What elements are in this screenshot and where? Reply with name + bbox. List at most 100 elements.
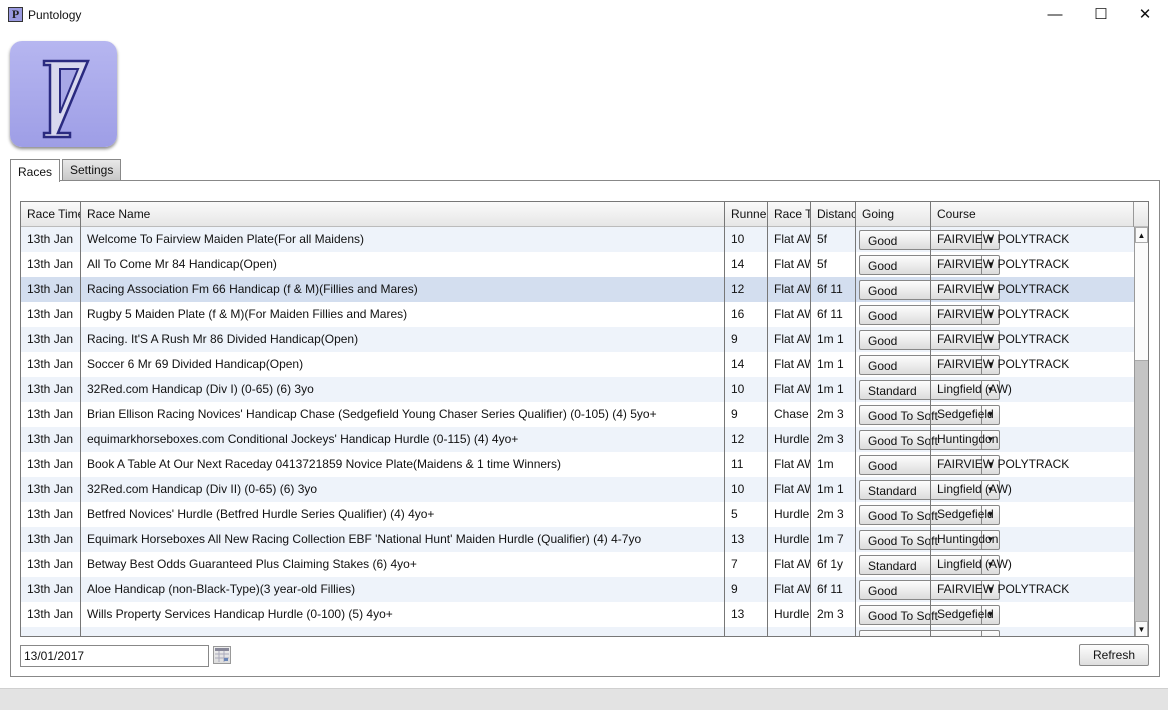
cell-race-time: 13th Jan <box>27 607 74 621</box>
going-value: Good <box>868 459 898 473</box>
cell-race-type: Flat AW <box>774 582 810 596</box>
table-row[interactable]: 13th Jan Rugby 5 Maiden Plate (f & M)(For… <box>21 302 1134 327</box>
cell-runners: 9 <box>731 407 738 421</box>
table-row[interactable]: 13th Jan All To Come Mr 84 Handicap(Open)… <box>21 252 1134 277</box>
cell-race-type: Flat AW <box>774 282 810 296</box>
cell-race-name: Welcome To Fairview Maiden Plate(For all… <box>87 232 364 246</box>
cell-race-type: Chase <box>774 407 809 421</box>
maximize-button[interactable]: ☐ <box>1078 0 1124 30</box>
cell-race-name: Aloe Handicap (non-Black-Type)(3 year-ol… <box>87 582 356 596</box>
column-header-course[interactable]: Course <box>931 202 1134 227</box>
scroll-down-icon[interactable]: ▼ <box>1135 621 1148 636</box>
cell-distance: 5f <box>817 257 828 271</box>
table-row[interactable]: 13th Jan Brian Ellison Racing Novices' Ha… <box>21 402 1134 427</box>
cell-runners: 11 <box>731 457 744 471</box>
column-header-race-type[interactable]: Race Type <box>768 202 811 227</box>
cell-race-type: Flat AW <box>774 482 810 496</box>
table-row[interactable]: 13th Jan Book A Table At Our Next Raceday… <box>21 452 1134 477</box>
cell-race-time: 13th Jan <box>27 407 74 421</box>
table-row[interactable]: 13th Jan Equimark Horseboxes All New Raci… <box>21 527 1134 552</box>
cell-runners: 14 <box>731 357 745 371</box>
column-header-runners[interactable]: Runners <box>725 202 768 227</box>
scroll-up-icon[interactable]: ▲ <box>1135 227 1148 243</box>
tab-settings[interactable]: Settings <box>62 159 122 181</box>
going-value: Good To Soft <box>868 609 938 623</box>
cell-course: FAIRVIEW POLYTRACK <box>937 582 1070 596</box>
cell-race-type: Flat AW <box>774 257 810 271</box>
table-row[interactable]: 13th Jan 32Red.com Handicap (Div II) (0-6… <box>21 477 1134 502</box>
cell-course: FAIRVIEW POLYTRACK <box>937 357 1070 371</box>
cell-runners: 7 <box>731 557 738 571</box>
cell-race-time: 13th Jan <box>27 307 74 321</box>
cell-runners: 14 <box>731 257 745 271</box>
scrollbar-thumb[interactable] <box>1135 243 1148 361</box>
cell-race-name: Equimark Horseboxes All New Racing Colle… <box>87 532 642 546</box>
cell-race-name: Rugby 5 Maiden Plate (f & M)(For Maiden … <box>87 307 408 321</box>
cell-race-name: 32Red.com Handicap (Div II) (0-65) (6) 3… <box>87 482 318 496</box>
cell-distance: 5f <box>817 232 828 246</box>
table-row[interactable]: 13th Jan equimarkhorseboxes.com Condition… <box>21 427 1134 452</box>
column-header-going[interactable]: Going <box>856 202 931 227</box>
cell-race-time: 13th Jan <box>27 232 74 246</box>
cell-runners: 9 <box>731 582 738 596</box>
cell-course: Sedgefield <box>937 407 994 421</box>
cell-race-type: Hurdle <box>774 432 810 446</box>
table-row[interactable]: 13th Jan Racing. It'S A Rush Mr 86 Divide… <box>21 327 1134 352</box>
app-icon: P <box>8 7 23 22</box>
column-header-race-time[interactable]: Race Time <box>21 202 81 227</box>
table-row[interactable]: 13th Jan Racing Association Fm 66 Handica… <box>21 277 1134 302</box>
table-row[interactable]: 13th Jan 32Red.com Handicap (Div I) (0-65… <box>21 377 1134 402</box>
going-value: Good <box>868 309 898 323</box>
chevron-down-icon[interactable]: ▼ <box>981 630 999 636</box>
table-row[interactable]: 13th Jan Aloe Handicap (non-Black-Type)(3… <box>21 577 1134 602</box>
cell-race-type: Hurdle <box>774 532 810 546</box>
cell-distance: 1m 1 <box>817 357 844 371</box>
cell-race-time: 13th Jan <box>27 357 74 371</box>
column-header-race-name[interactable]: Race Name <box>81 202 725 227</box>
cell-race-time: 13th Jan <box>27 582 74 596</box>
minimize-button[interactable]: — <box>1032 0 1078 30</box>
cell-runners: 10 <box>731 482 745 496</box>
going-value: Standard <box>868 484 917 498</box>
cell-race-time: 13th Jan <box>27 482 74 496</box>
going-value: Standard <box>868 384 917 398</box>
refresh-button[interactable]: Refresh <box>1079 644 1149 666</box>
table-row[interactable]: 13th Jan Betway Best Odds Guaranteed Plus… <box>21 552 1134 577</box>
puntology-logo <box>10 41 117 147</box>
cell-race-time: 13th Jan <box>27 432 74 446</box>
table-row[interactable]: 13th Jan Wills Property Services Handicap… <box>21 602 1134 627</box>
table-row[interactable]: 13th Jan Welcome To Fairview Maiden Plate… <box>21 227 1134 252</box>
going-value: Good To Soft <box>868 631 943 636</box>
cell-distance: 2m 3 <box>817 407 844 421</box>
column-header-distance[interactable]: Distance <box>811 202 856 227</box>
cell-race-time: 13th Jan <box>27 507 74 521</box>
date-field[interactable]: 13/01/2017 <box>20 645 209 667</box>
cell-distance: 6f 11 <box>817 582 843 596</box>
cell-distance: 1m 1 <box>817 482 844 496</box>
cell-race-name: 32Red.com Handicap (Div I) (0-65) (6) 3y… <box>87 382 314 396</box>
cell-race-type: Flat AW <box>774 357 810 371</box>
cell-race-type: Flat AW <box>774 382 810 396</box>
table-row[interactable]: Good To Soft ▼ <box>21 627 1134 636</box>
cell-distance: 2m 3 <box>817 607 844 621</box>
cell-runners: 16 <box>731 307 745 321</box>
title-bar: P Puntology — ☐ ✕ <box>0 0 1168 30</box>
vertical-scrollbar[interactable]: ▲ ▼ <box>1134 227 1148 636</box>
cell-race-type: Flat AW <box>774 457 810 471</box>
going-value: Good <box>868 284 898 298</box>
cell-race-name: Betway Best Odds Guaranteed Plus Claimin… <box>87 557 417 571</box>
tab-races[interactable]: Races <box>10 159 61 182</box>
cell-race-name: Racing. It'S A Rush Mr 86 Divided Handic… <box>87 332 359 346</box>
cell-race-name: Racing Association Fm 66 Handicap (f & M… <box>87 282 418 296</box>
cell-course: FAIRVIEW POLYTRACK <box>937 257 1070 271</box>
cell-course: FAIRVIEW POLYTRACK <box>937 457 1070 471</box>
close-button[interactable]: ✕ <box>1122 0 1168 30</box>
cell-runners: 13 <box>731 532 745 546</box>
table-row[interactable]: 13th Jan Betfred Novices' Hurdle (Betfred… <box>21 502 1134 527</box>
calendar-icon[interactable] <box>213 646 231 664</box>
cell-race-name: Betfred Novices' Hurdle (Betfred Hurdle … <box>87 507 435 521</box>
cell-race-time: 13th Jan <box>27 282 74 296</box>
cell-course: Sedgefield <box>937 607 994 621</box>
table-row[interactable]: 13th Jan Soccer 6 Mr 69 Divided Handicap(… <box>21 352 1134 377</box>
going-value: Standard <box>868 559 917 573</box>
